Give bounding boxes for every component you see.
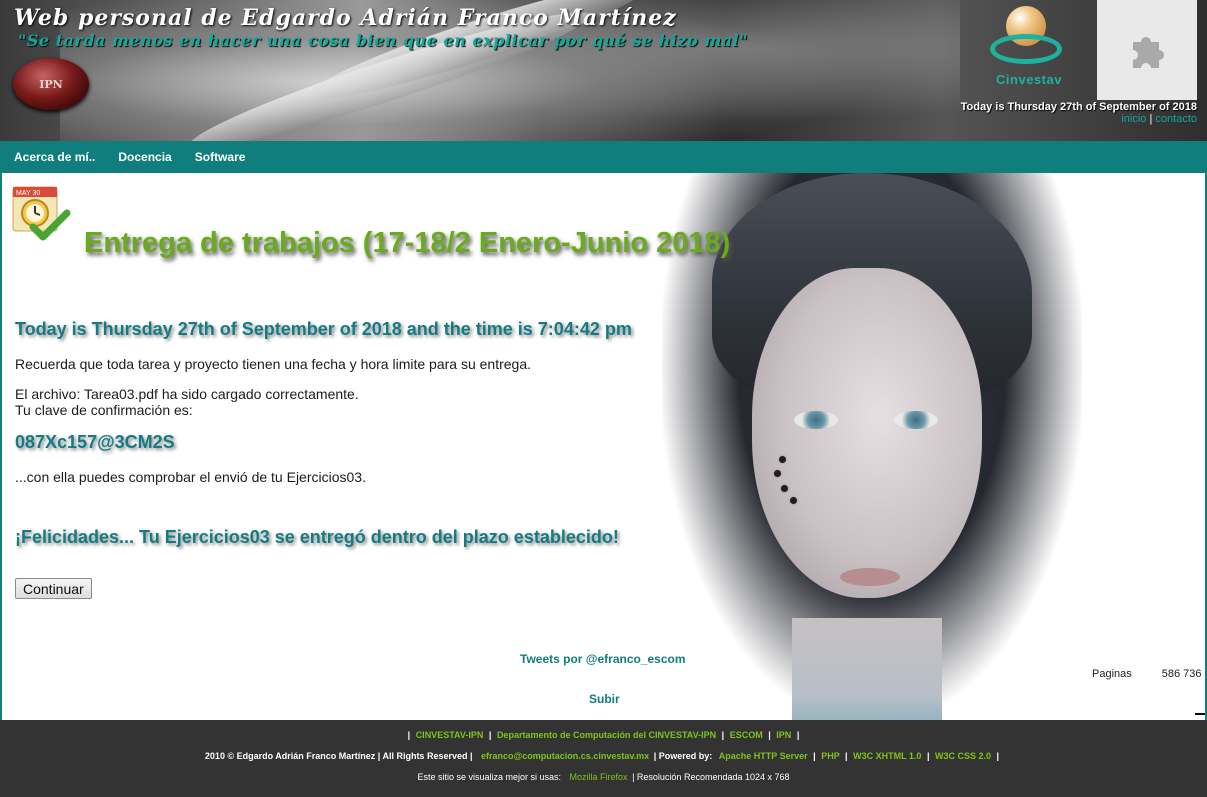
portrait-eye-right xyxy=(894,411,938,429)
footer-link-cinvestav[interactable]: CINVESTAV-IPN xyxy=(416,730,484,740)
back-to-top-link[interactable]: Subir xyxy=(589,692,620,706)
portrait-gem xyxy=(779,456,786,463)
site-title: Web personal de Edgardo Adrián Franco Ma… xyxy=(14,5,677,31)
inicio-link[interactable]: inicio xyxy=(1121,113,1146,125)
page-counter-value: 586 736 xyxy=(1161,668,1202,680)
divider-mark xyxy=(1195,713,1205,715)
footer-link-departamento[interactable]: Departamento de Computación del CINVESTA… xyxy=(497,730,716,740)
portrait-gem xyxy=(774,470,781,477)
footer-resolution: | Resolución Recomendada 1024 x 768 xyxy=(632,772,790,782)
cinvestav-ring-icon xyxy=(990,34,1062,64)
main-content: MAY 30 Entrega de trabajos (17-18/2 Ener… xyxy=(0,173,1207,720)
upload-status: El archivo: Tarea03.pdf ha sido cargado … xyxy=(15,386,359,402)
footer-link-escom[interactable]: ESCOM xyxy=(730,730,763,740)
footer-separator: | xyxy=(796,730,800,740)
footer-link-apache[interactable]: Apache HTTP Server xyxy=(719,751,808,761)
footer-separator: | xyxy=(721,730,725,740)
current-datetime: Today is Thursday 27th of September of 2… xyxy=(15,319,632,339)
site-motto: "Se tarda menos en hacer una cosa bien q… xyxy=(18,31,749,50)
header-date: Today is Thursday 27th of September of 2… xyxy=(960,101,1197,113)
footer-link-ipn[interactable]: IPN xyxy=(776,730,791,740)
cinvestav-logo-label: Cinvestav xyxy=(996,72,1062,87)
ipn-logo-text: IPN xyxy=(39,77,63,91)
confirmation-code: 087Xc157@3CM2S xyxy=(15,432,175,452)
footer-separator: | xyxy=(996,751,1000,761)
footer-link-xhtml[interactable]: W3C XHTML 1.0 xyxy=(853,751,921,761)
portrait-lips xyxy=(840,568,900,586)
page-counter-label: Paginas xyxy=(1092,668,1132,680)
nav-item-software[interactable]: Software xyxy=(195,150,246,164)
footer-separator: | xyxy=(407,730,411,740)
footer-separator: | xyxy=(926,751,930,761)
portrait-gem xyxy=(790,497,797,504)
footer-separator: | xyxy=(813,751,816,761)
footer-links-row: | CINVESTAV-IPN | Departamento de Comput… xyxy=(0,730,1207,740)
page-title: Entrega de trabajos (17-18/2 Enero-Junio… xyxy=(84,227,731,259)
nav-item-docencia[interactable]: Docencia xyxy=(118,150,171,164)
confirmation-label: Tu clave de confirmación es: xyxy=(15,402,193,418)
footer-separator: | xyxy=(845,751,848,761)
footer-separator: | xyxy=(488,730,492,740)
footer-copyright: 2010 © Edgardo Adrián Franco Martínez | … xyxy=(204,751,473,761)
tweets-link[interactable]: Tweets por @efranco_escom xyxy=(520,652,686,666)
ipn-logo[interactable]: IPN xyxy=(13,58,89,110)
portrait-neck xyxy=(792,618,942,720)
deadline-reminder: Recuerda que toda tarea y proyecto tiene… xyxy=(15,356,531,372)
footer-link-css[interactable]: W3C CSS 2.0 xyxy=(935,751,991,761)
nav-item-acerca[interactable]: Acerca de mí.. xyxy=(14,150,95,164)
site-header: Web personal de Edgardo Adrián Franco Ma… xyxy=(0,0,1207,141)
site-footer: | CINVESTAV-IPN | Departamento de Comput… xyxy=(0,720,1207,797)
footer-email-link[interactable]: efranco@computacion.cs.cinvestav.mx xyxy=(481,751,649,761)
continue-button[interactable]: Continuar xyxy=(15,578,92,599)
success-message: ¡Felicidades... Tu Ejercicios03 se entre… xyxy=(15,527,619,547)
footer-credits-row: 2010 © Edgardo Adrián Franco Martínez | … xyxy=(0,751,1207,761)
verify-text: ...con ella puedes comprobar el envió de… xyxy=(15,469,366,485)
main-nav: Acerca de mí.. Docencia Software xyxy=(0,141,1207,173)
puzzle-piece-icon xyxy=(1133,37,1164,68)
calendar-badge-text: MAY 30 xyxy=(16,190,40,197)
portrait-eye-left xyxy=(794,411,838,429)
footer-powered-by: | Powered by: xyxy=(653,751,713,761)
calendar-clock-check-icon: MAY 30 xyxy=(12,186,71,241)
portrait-face xyxy=(752,268,982,598)
footer-link-firefox[interactable]: Mozilla Firefox xyxy=(570,772,628,782)
header-links: inicio | contacto xyxy=(1121,113,1197,125)
header-link-separator: | xyxy=(1149,113,1153,125)
footer-browser-row: Este sitio se visualiza mejor si usas: M… xyxy=(0,772,1207,782)
portrait-gem xyxy=(781,485,788,492)
footer-best-viewed: Este sitio se visualiza mejor si usas: xyxy=(417,772,562,782)
missing-plugin-placeholder[interactable] xyxy=(1097,0,1197,100)
contacto-link[interactable]: contacto xyxy=(1155,113,1197,125)
footer-separator: | xyxy=(768,730,771,740)
footer-link-php[interactable]: PHP xyxy=(821,751,839,761)
cinvestav-logo[interactable]: Cinvestav xyxy=(984,6,1074,90)
page-counter: Paginas 586 736 xyxy=(1092,668,1202,680)
